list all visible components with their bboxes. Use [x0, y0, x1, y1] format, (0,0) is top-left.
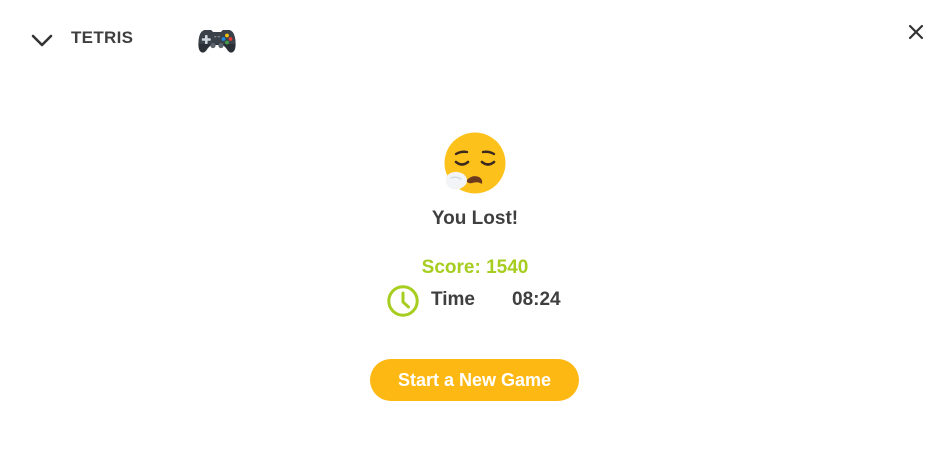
time-row: Time 08:24: [386, 284, 586, 318]
time-label: Time: [431, 289, 476, 310]
clock-icon: [387, 285, 419, 317]
chevron-down-icon[interactable]: [30, 29, 54, 51]
gamepad-icon: [198, 30, 236, 53]
header: TETRIS: [0, 0, 950, 80]
game-over-panel: TETRIS You Lost! Score: 1540 Time 08:24 …: [0, 0, 950, 454]
sad-relieved-face-icon: [444, 132, 506, 194]
start-new-game-button[interactable]: Start a New Game: [370, 359, 579, 401]
score-text: Score: 1540: [421, 257, 529, 278]
result-message: You Lost!: [431, 208, 519, 229]
close-icon[interactable]: [905, 21, 927, 43]
time-value: 08:24: [512, 289, 561, 310]
game-title: TETRIS: [71, 28, 134, 47]
